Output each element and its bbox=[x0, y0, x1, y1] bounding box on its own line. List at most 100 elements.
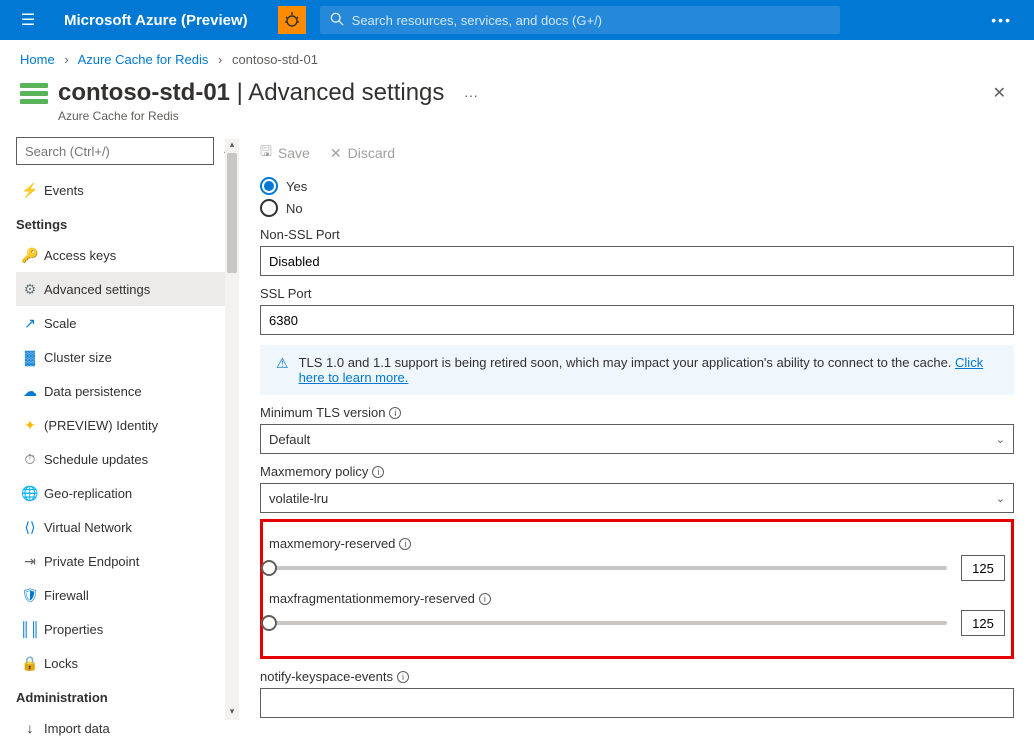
sidebar-item-schedule-updates[interactable]: ⏱Schedule updates bbox=[16, 442, 239, 476]
save-button[interactable]: 🖫 Save bbox=[260, 141, 310, 165]
sidebar-item-label: Cluster size bbox=[44, 350, 112, 365]
bolt-icon: ⚡ bbox=[16, 182, 44, 199]
chevron-down-icon: ⌄ bbox=[996, 433, 1005, 446]
sidebar-item-label: Properties bbox=[44, 622, 103, 637]
sidebar-search-input[interactable] bbox=[16, 137, 214, 165]
maxfrag-reserved-value[interactable] bbox=[961, 610, 1005, 636]
menu-icon[interactable]: ☰ bbox=[8, 10, 48, 30]
sidebar-item-label: Import data bbox=[44, 721, 110, 736]
top-more-icon[interactable]: ••• bbox=[977, 12, 1026, 28]
sidebar-group-admin: Administration bbox=[16, 680, 239, 711]
sidebar-item--preview-identity[interactable]: ✦(PREVIEW) Identity bbox=[16, 408, 239, 442]
sidebar-item-scale[interactable]: ↗Scale bbox=[16, 306, 239, 340]
sidebar-item-private-endpoint[interactable]: ⇥Private Endpoint bbox=[16, 544, 239, 578]
info-icon[interactable]: i bbox=[479, 593, 491, 605]
label-maxmemory-reserved: maxmemory-reserved i bbox=[269, 536, 1005, 551]
sidebar-item-access-keys[interactable]: 🔑Access keys bbox=[16, 238, 239, 272]
sidebar-item-properties[interactable]: ║║Properties bbox=[16, 612, 239, 646]
azure-topbar: ☰ Microsoft Azure (Preview) ••• bbox=[0, 0, 1034, 40]
page-title-wrap: contoso-std-01 | Advanced settings ··· A… bbox=[58, 79, 478, 123]
sidebar-scrollbar[interactable]: ▴ ▾ bbox=[225, 139, 239, 720]
service-label: Azure Cache for Redis bbox=[58, 109, 478, 123]
page-header: contoso-std-01 | Advanced settings ··· A… bbox=[0, 73, 1034, 133]
warning-icon: ⚠ bbox=[276, 355, 289, 385]
nav-icon: ⚙ bbox=[16, 281, 44, 298]
label-min-tls: Minimum TLS version i bbox=[260, 405, 1014, 420]
label-ssl-port: SSL Port bbox=[260, 286, 1014, 301]
sidebar-item-import-data[interactable]: ↓ Import data bbox=[16, 711, 239, 745]
preview-bug-icon[interactable] bbox=[278, 6, 306, 34]
close-icon[interactable]: ✕ bbox=[985, 79, 1014, 107]
label-nonssl-port: Non-SSL Port bbox=[260, 227, 1014, 242]
nav-icon: ☁ bbox=[16, 383, 44, 400]
sidebar-item-label: Advanced settings bbox=[44, 282, 150, 297]
sidebar-item-label: Events bbox=[44, 183, 84, 198]
sidebar-item-events[interactable]: ⚡ Events bbox=[16, 173, 239, 207]
info-icon[interactable]: i bbox=[397, 671, 409, 683]
sidebar-item-label: Access keys bbox=[44, 248, 116, 263]
sidebar-item-locks[interactable]: 🔒Locks bbox=[16, 646, 239, 680]
nav-icon: 🌐 bbox=[16, 485, 44, 502]
page-title: contoso-std-01 bbox=[58, 79, 230, 106]
label-maxfrag-reserved: maxfragmentationmemory-reserved i bbox=[269, 591, 1005, 606]
scroll-thumb[interactable] bbox=[227, 153, 237, 273]
sidebar-item-label: (PREVIEW) Identity bbox=[44, 418, 158, 433]
crumb-home[interactable]: Home bbox=[20, 52, 55, 67]
discard-icon: ✕ bbox=[330, 145, 342, 162]
info-icon[interactable]: i bbox=[399, 538, 411, 550]
global-search[interactable] bbox=[320, 6, 840, 34]
radio-icon bbox=[260, 177, 278, 195]
sidebar-group-settings: Settings bbox=[16, 207, 239, 238]
sidebar-item-advanced-settings[interactable]: ⚙Advanced settings bbox=[16, 272, 239, 306]
sidebar-item-label: Locks bbox=[44, 656, 78, 671]
crumb-current: contoso-std-01 bbox=[232, 52, 318, 67]
scroll-down-icon[interactable]: ▾ bbox=[225, 706, 239, 720]
ssl-port-input[interactable] bbox=[260, 305, 1014, 335]
maxmemory-reserved-slider[interactable] bbox=[269, 566, 947, 570]
sidebar-item-firewall[interactable]: 🛡Firewall bbox=[16, 578, 239, 612]
chevron-right-icon: › bbox=[218, 52, 222, 67]
scroll-up-icon[interactable]: ▴ bbox=[225, 139, 239, 153]
sidebar-item-label: Scale bbox=[44, 316, 77, 331]
radio-icon bbox=[260, 199, 278, 217]
notify-keyspace-input[interactable] bbox=[260, 688, 1014, 718]
crumb-service[interactable]: Azure Cache for Redis bbox=[78, 52, 209, 67]
main-content: 🖫 Save ✕ Discard Yes No Non-SSL Port SSL… bbox=[240, 133, 1034, 720]
sidebar-item-label: Virtual Network bbox=[44, 520, 132, 535]
radio-no[interactable]: No bbox=[260, 199, 1014, 217]
nav-icon: ⇥ bbox=[16, 553, 44, 570]
radio-yes[interactable]: Yes bbox=[260, 177, 1014, 195]
nonssl-port-input[interactable] bbox=[260, 246, 1014, 276]
slider-thumb[interactable] bbox=[261, 615, 277, 631]
info-icon[interactable]: i bbox=[389, 407, 401, 419]
search-icon bbox=[330, 12, 344, 29]
sidebar-item-label: Schedule updates bbox=[44, 452, 148, 467]
sidebar-item-data-persistence[interactable]: ☁Data persistence bbox=[16, 374, 239, 408]
info-icon[interactable]: i bbox=[372, 466, 384, 478]
sidebar-item-label: Firewall bbox=[44, 588, 89, 603]
sidebar-item-label: Data persistence bbox=[44, 384, 142, 399]
tls-retire-alert: ⚠ TLS 1.0 and 1.1 support is being retir… bbox=[260, 345, 1014, 395]
save-icon: 🖫 bbox=[260, 141, 272, 165]
maxmemory-reserved-value[interactable] bbox=[961, 555, 1005, 581]
maxmemory-policy-select[interactable]: volatile-lru ⌄ bbox=[260, 483, 1014, 513]
sidebar-item-cluster-size[interactable]: ▓Cluster size bbox=[16, 340, 239, 374]
memory-reserved-highlight: maxmemory-reserved i maxfragmentationmem… bbox=[260, 519, 1014, 659]
sidebar: « ⚡ Events Settings 🔑Access keys⚙Advance… bbox=[0, 133, 240, 720]
min-tls-select[interactable]: Default ⌄ bbox=[260, 424, 1014, 454]
chevron-down-icon: ⌄ bbox=[996, 492, 1005, 505]
nav-icon: ⟨⟩ bbox=[16, 519, 44, 536]
command-bar: 🖫 Save ✕ Discard bbox=[240, 133, 1034, 173]
discard-button[interactable]: ✕ Discard bbox=[330, 145, 395, 162]
nav-icon: ▓ bbox=[16, 349, 44, 365]
bug-icon bbox=[284, 12, 300, 28]
maxfrag-reserved-slider[interactable] bbox=[269, 621, 947, 625]
nav-icon: 🛡 bbox=[16, 587, 44, 604]
global-search-input[interactable] bbox=[352, 13, 830, 28]
nav-icon: ✦ bbox=[16, 417, 44, 434]
sidebar-item-geo-replication[interactable]: 🌐Geo-replication bbox=[16, 476, 239, 510]
sidebar-item-virtual-network[interactable]: ⟨⟩Virtual Network bbox=[16, 510, 239, 544]
page-subtitle: Advanced settings bbox=[248, 79, 444, 106]
header-more-icon[interactable]: ··· bbox=[464, 87, 478, 103]
slider-thumb[interactable] bbox=[261, 560, 277, 576]
